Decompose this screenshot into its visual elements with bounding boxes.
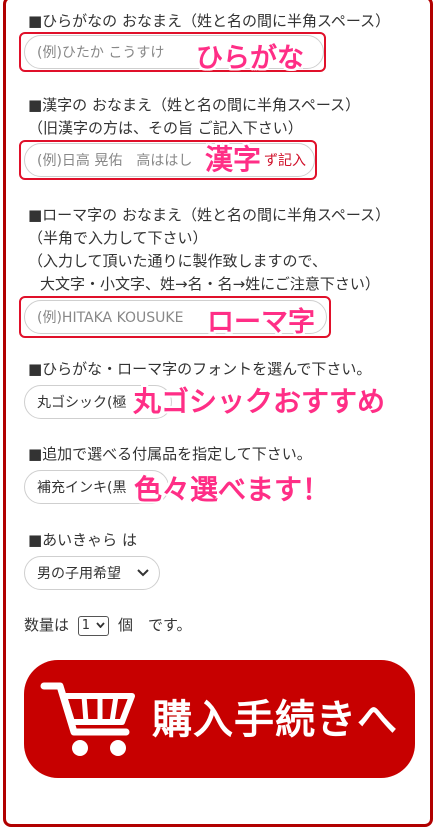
quantity-chevron-icon <box>96 622 105 629</box>
aikyara-label: ■あいきゃら は <box>28 531 137 549</box>
romaji-callout: ローマ字 <box>207 307 315 338</box>
romaji-note-1: （半角で入力して下さい） <box>28 229 208 247</box>
accessory-callout: 色々選べます！ <box>134 473 331 506</box>
romaji-note-2: （入力して頂いた通りに製作致しますので、 <box>28 252 327 270</box>
quantity-select[interactable]: 1 <box>77 615 110 636</box>
accessory-select-value: 補充インキ(黒 <box>37 480 127 496</box>
quantity-suffix: 個 です。 <box>118 616 192 634</box>
quantity-prefix: 数量は <box>24 616 70 634</box>
shopping-cart-icon <box>40 674 140 768</box>
kanji-highlight-box <box>19 140 317 180</box>
chevron-down-icon <box>137 566 149 580</box>
aikyara-select-value: 男の子用希望 <box>37 566 121 582</box>
hiragana-label: ■ひらがなの おなまえ（姓と名の間に半角スペース） <box>28 12 391 30</box>
quantity-row: 数量は 1 個 です。 <box>24 614 192 636</box>
purchase-button-label: 購入手続きへ <box>152 697 398 743</box>
romaji-note-3: 大文字・小文字、姓→名・名→姓にご注意下さい） <box>40 275 380 293</box>
quantity-value: 1 <box>81 617 91 633</box>
kanji-label: ■漢字の おなまえ（姓と名の間に半角スペース） <box>28 96 361 114</box>
font-callout: 丸ゴシックおすすめ <box>133 385 386 418</box>
aikyara-select[interactable]: 男の子用希望 <box>24 556 160 590</box>
kanji-note: （旧漢字の方は、その旨 ご記入下さい） <box>28 119 303 137</box>
font-label: ■ひらがな・ローマ字のフォントを選んで下さい。 <box>28 360 372 378</box>
romaji-label: ■ローマ字の おなまえ（姓と名の間に半角スペース） <box>28 206 391 224</box>
accessory-label: ■追加で選べる付属品を指定して下さい。 <box>28 445 312 463</box>
kanji-callout: 漢字 <box>205 143 262 176</box>
hiragana-callout: ひらがな <box>196 43 304 74</box>
purchase-button[interactable]: 購入手続きへ <box>24 660 415 778</box>
font-select-value: 丸ゴシック(極 <box>37 395 127 411</box>
